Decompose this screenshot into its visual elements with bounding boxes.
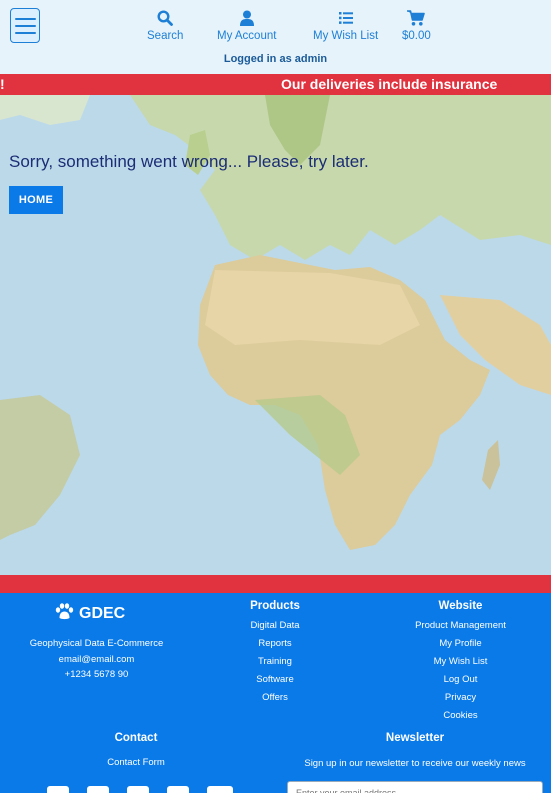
banner-message: Our deliveries include insurance — [281, 76, 498, 92]
menu-toggle-button[interactable] — [10, 8, 40, 43]
hamburger-line — [14, 24, 36, 27]
footer-link-reports[interactable]: Reports — [215, 635, 335, 653]
error-section: Sorry, something went wrong... Please, t… — [0, 95, 551, 575]
list-icon — [338, 9, 353, 27]
footer-brand[interactable]: GDEC — [55, 603, 125, 625]
hamburger-line — [14, 31, 36, 34]
mail-icon[interactable] — [207, 786, 233, 793]
header: Search My Account My Wish List $0.00 Log… — [0, 0, 551, 74]
footer-link-privacy[interactable]: Privacy — [385, 689, 536, 707]
footer-link-digital-data[interactable]: Digital Data — [215, 617, 335, 635]
facebook-icon[interactable] — [47, 786, 69, 793]
contact-form-link[interactable]: Contact Form — [76, 754, 196, 772]
search-icon — [157, 9, 174, 27]
footer-link-my-profile[interactable]: My Profile — [385, 635, 536, 653]
nav-my-account[interactable]: My Account — [217, 9, 276, 42]
twitter-icon[interactable] — [127, 786, 149, 793]
website-links: Product Management My Profile My Wish Li… — [385, 617, 536, 725]
user-icon — [239, 9, 254, 27]
hamburger-line — [14, 17, 36, 20]
newsletter-email-input[interactable] — [287, 781, 543, 793]
brand-name: GDEC — [79, 605, 126, 622]
footer: GDEC Geophysical Data E-Commerce email@e… — [0, 593, 551, 793]
social-links — [47, 786, 233, 793]
banner-text-tail: ! — [0, 76, 5, 92]
footer-link-offers[interactable]: Offers — [215, 689, 335, 707]
footer-link-software[interactable]: Software — [215, 671, 335, 689]
contact-heading: Contact — [114, 732, 158, 744]
logged-in-status: Logged in as admin — [223, 53, 328, 65]
footer-link-cookies[interactable]: Cookies — [385, 707, 536, 725]
website-heading: Website — [438, 600, 483, 612]
nav-account-label: My Account — [217, 30, 277, 42]
error-message: Sorry, something went wrong... Please, t… — [9, 152, 369, 171]
linkedin-icon[interactable] — [87, 786, 109, 793]
company-phone[interactable]: +1234 5678 90 — [10, 667, 183, 683]
nav-wishlist-label: My Wish List — [313, 30, 379, 42]
divider-strip — [0, 575, 551, 593]
instagram-icon[interactable] — [167, 786, 189, 793]
contact-links: Contact Form — [76, 754, 196, 772]
products-heading: Products — [250, 600, 300, 612]
footer-link-training[interactable]: Training — [215, 653, 335, 671]
announcement-banner: ! Our deliveries include insurance — [0, 74, 551, 95]
footer-link-my-wish-list[interactable]: My Wish List — [385, 653, 536, 671]
nav-search-label: Search — [147, 30, 184, 42]
company-name: Geophysical Data E-Commerce — [29, 638, 164, 649]
paw-icon — [55, 603, 74, 625]
newsletter-text: Sign up in our newsletter to receive our… — [304, 758, 526, 769]
company-email[interactable]: email@email.com — [10, 652, 183, 668]
home-button[interactable]: HOME — [9, 186, 63, 214]
company-info: Geophysical Data E-Commerce email@email.… — [10, 636, 183, 683]
footer-link-log-out[interactable]: Log Out — [385, 671, 536, 689]
nav-cart[interactable]: $0.00 — [402, 9, 431, 42]
nav-search[interactable]: Search — [147, 9, 183, 42]
newsletter-heading: Newsletter — [385, 732, 445, 744]
nav-wish-list[interactable]: My Wish List — [313, 9, 378, 42]
cart-total: $0.00 — [402, 30, 431, 42]
products-links: Digital Data Reports Training Software O… — [215, 617, 335, 707]
cart-icon — [407, 9, 426, 27]
footer-link-product-management[interactable]: Product Management — [385, 617, 536, 635]
